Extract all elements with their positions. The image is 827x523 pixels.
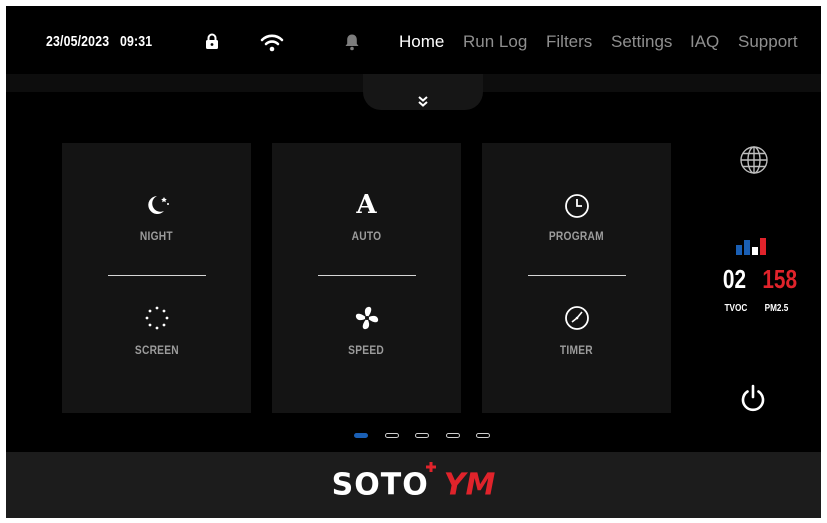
app-frame: 23/05/2023 09:31 Home Run Log Filters Se… <box>6 6 821 518</box>
page-dot-2[interactable] <box>385 433 399 438</box>
air-quality-bars-icon <box>736 237 774 255</box>
card-divider <box>528 275 626 276</box>
mode-card-2: A AUTO SPEED <box>272 143 461 413</box>
screen-dots-icon <box>144 305 170 331</box>
night-label: NIGHT <box>139 229 174 243</box>
nav-iaq[interactable]: IAQ <box>690 32 719 52</box>
power-icon[interactable] <box>738 383 768 413</box>
auto-a-icon: A <box>356 190 377 220</box>
nav-filters[interactable]: Filters <box>546 32 592 52</box>
chevron-down-icon[interactable] <box>363 92 483 111</box>
card-divider <box>318 275 416 276</box>
page-dot-4[interactable] <box>446 433 460 438</box>
brand-part2: YM <box>443 467 496 503</box>
timer-label: TIMER <box>559 343 594 357</box>
speed-label: SPEED <box>348 343 385 357</box>
speed-button[interactable]: SPEED <box>272 305 461 357</box>
date-text: 23/05/2023 <box>46 33 110 50</box>
auto-mode-button[interactable]: A AUTO <box>272 190 461 243</box>
globe-icon[interactable] <box>738 144 770 176</box>
time-text: 09:31 <box>119 33 153 50</box>
bell-icon[interactable] <box>343 32 361 52</box>
night-mode-button[interactable]: NIGHT <box>62 193 251 243</box>
datetime: 23/05/2023 09:31 <box>46 33 152 50</box>
wifi-icon[interactable] <box>259 32 285 52</box>
brand-logo: SOTO YM <box>6 452 821 518</box>
mode-card-3: PROGRAM TIMER <box>482 143 671 413</box>
program-label: PROGRAM <box>548 229 605 243</box>
nav-run-log[interactable]: Run Log <box>463 32 527 52</box>
plus-mark-icon <box>425 462 436 472</box>
clock-icon <box>564 193 590 218</box>
moon-stars-icon <box>144 193 170 217</box>
tvoc-value: 02 <box>722 264 747 294</box>
nav-support[interactable]: Support <box>738 32 798 52</box>
page-dot-3[interactable] <box>415 433 429 438</box>
fan-icon <box>354 305 380 331</box>
screen-button[interactable]: SCREEN <box>62 305 251 357</box>
timer-icon <box>564 305 590 331</box>
nav-settings[interactable]: Settings <box>611 32 672 52</box>
page-dot-5[interactable] <box>476 433 490 438</box>
pm25-value: 158 <box>762 264 798 294</box>
tvoc-label: TVOC <box>724 303 748 314</box>
mode-card-1: NIGHT SCREEN <box>62 143 251 413</box>
screen-label: SCREEN <box>134 343 179 357</box>
nav-home[interactable]: Home <box>399 32 444 52</box>
lock-icon[interactable] <box>204 32 220 50</box>
top-bar: 23/05/2023 09:31 Home Run Log Filters Se… <box>6 6 821 74</box>
program-button[interactable]: PROGRAM <box>482 193 671 243</box>
auto-label: AUTO <box>351 229 382 243</box>
brand-part1: SOTO <box>331 467 429 503</box>
timer-button[interactable]: TIMER <box>482 305 671 357</box>
card-divider <box>108 275 206 276</box>
page-dot-1[interactable] <box>354 433 368 438</box>
footer: SOTO YM <box>6 452 821 518</box>
pm25-label: PM2.5 <box>764 303 789 314</box>
